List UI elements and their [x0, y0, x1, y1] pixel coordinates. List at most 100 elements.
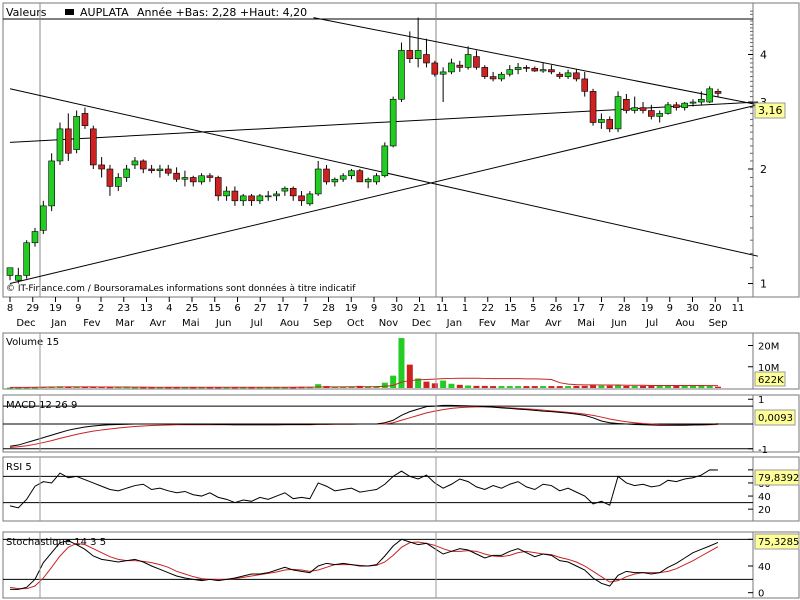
legend-swatch	[65, 9, 74, 15]
candle-body	[356, 170, 364, 183]
candle-body	[123, 168, 130, 178]
volume-bar	[606, 385, 613, 388]
date-day-label: 9	[667, 303, 673, 314]
candle-body	[414, 50, 422, 59]
candle-body	[156, 168, 164, 171]
volume-bar	[498, 386, 505, 388]
candle-body	[131, 160, 139, 166]
date-day-label: 20	[709, 303, 722, 314]
candle-body	[431, 62, 439, 75]
date-day-label: 27	[254, 303, 267, 314]
volume-bar	[665, 385, 672, 388]
candle-body	[473, 56, 480, 68]
date-month-label: Mar	[511, 318, 531, 329]
volume-bar	[515, 386, 522, 388]
candle-body	[481, 67, 489, 77]
candle-body	[581, 78, 589, 92]
date-day-label: 11	[436, 303, 449, 314]
candle-body	[48, 160, 55, 207]
date-day-label: 19	[641, 303, 654, 314]
date-day-label: 30	[686, 303, 699, 314]
candle-body	[73, 116, 80, 150]
volume-bar	[648, 385, 655, 388]
candle-body	[89, 128, 97, 166]
candle-body	[239, 195, 247, 202]
volume-bar	[631, 385, 638, 388]
candle-body	[548, 69, 555, 73]
chart-canvas: Valeurs AUPLATA Année +Bas: 2,28 +Haut: …	[2, 2, 800, 600]
candle-body	[81, 113, 89, 126]
date-day-label: 8	[7, 303, 13, 314]
date-month-label: Dec	[16, 318, 35, 329]
candle-body	[348, 170, 355, 177]
candle-body	[448, 62, 455, 73]
rsi-y-tick-label: 40	[758, 492, 771, 503]
candle-body	[65, 128, 72, 154]
date-day-label: 6	[234, 303, 240, 314]
stoch-y-tick-label: 40	[758, 562, 771, 573]
candle-body	[423, 54, 430, 64]
candle-body	[489, 76, 497, 80]
volume-bar	[548, 386, 555, 388]
date-month-label: Oct	[347, 318, 364, 329]
candle-body	[306, 193, 314, 205]
candle-body	[323, 168, 330, 183]
volume-bar	[598, 385, 605, 388]
candle-body	[31, 231, 39, 244]
date-day-label: 19	[49, 303, 62, 314]
macd-last-label: 0,0093	[758, 413, 793, 424]
date-day-label: 2	[98, 303, 104, 314]
volume-bar	[640, 385, 647, 388]
candle-body	[523, 67, 530, 69]
candle-body	[689, 101, 697, 104]
date-day-label: 28	[322, 303, 335, 314]
date-day-label: 19	[345, 303, 358, 314]
date-month-label: Mai	[577, 318, 595, 329]
candle-body	[164, 168, 172, 174]
volume-bar	[690, 385, 697, 388]
candle-body	[648, 110, 655, 117]
candle-body	[248, 195, 255, 202]
date-day-label: 17	[277, 303, 290, 314]
candle-body	[673, 104, 680, 108]
candle-body	[439, 71, 447, 75]
candle-body	[373, 175, 380, 183]
candle-body	[331, 178, 339, 183]
volume-title: Volume 15	[6, 337, 59, 348]
volume-bar	[615, 385, 622, 388]
candle-body	[623, 98, 630, 111]
price-axis-strip	[752, 2, 800, 298]
volume-panel	[2, 332, 754, 390]
candle-body	[181, 177, 189, 180]
volume-bar	[506, 386, 513, 388]
date-day-label: 7	[303, 303, 309, 314]
candle-body	[206, 175, 214, 178]
stoch-y-tick-label: 0	[758, 589, 764, 600]
price-y-tick-label: 1	[760, 278, 767, 291]
date-month-label: Fev	[83, 318, 100, 329]
stoch-title: Stochastique 14 3 5	[6, 537, 106, 548]
candle-body	[714, 91, 722, 94]
candle-body	[589, 91, 597, 123]
volume-bar	[456, 384, 463, 388]
candle-body	[406, 50, 414, 59]
candle-body	[614, 96, 622, 130]
candle-body	[556, 73, 564, 77]
volume-bar	[523, 386, 530, 388]
candle-body	[56, 128, 64, 162]
date-month-label: Jul	[645, 318, 658, 329]
candle-body	[139, 160, 147, 170]
date-month-label: Dec	[412, 318, 431, 329]
date-month-label: Jun	[610, 318, 627, 329]
candle-body	[231, 190, 239, 202]
candle-body	[631, 107, 639, 111]
price-panel	[2, 2, 754, 298]
candle-body	[40, 205, 47, 231]
volume-bar	[673, 385, 680, 388]
candle-body	[281, 187, 289, 192]
volume-bar	[406, 364, 413, 388]
candle-body	[298, 195, 305, 202]
date-month-label: Jan	[446, 318, 462, 329]
date-month-label: Jun	[215, 318, 232, 329]
date-month-label: Nov	[379, 318, 399, 329]
